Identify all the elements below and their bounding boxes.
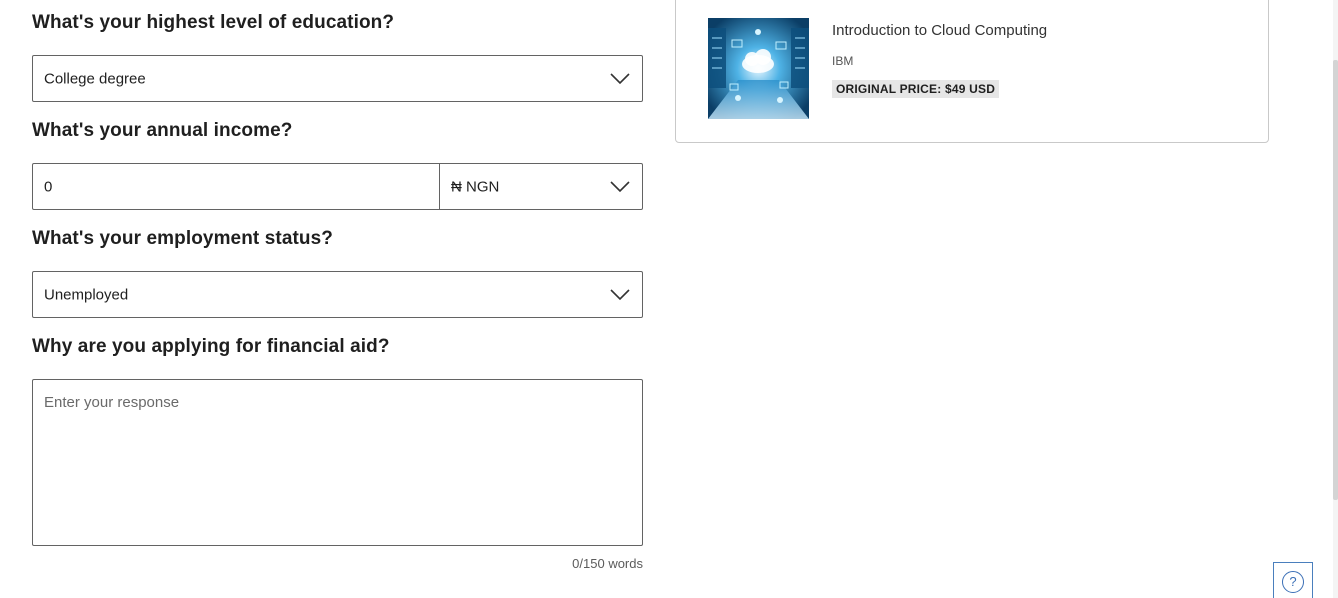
cloud-computing-image — [708, 18, 809, 119]
reason-question: Why are you applying for financial aid? — [32, 336, 390, 357]
question-mark-icon: ? — [1282, 571, 1304, 593]
course-partner: IBM — [832, 54, 854, 68]
page-scrollbar[interactable] — [1333, 0, 1338, 598]
income-input[interactable]: 0 — [32, 163, 440, 210]
employment-select[interactable]: Unemployed — [32, 271, 643, 318]
currency-select[interactable]: ₦ NGN — [439, 163, 643, 210]
chevron-down-icon — [610, 180, 630, 192]
original-price-badge: ORIGINAL PRICE: $49 USD — [832, 80, 1000, 98]
course-card: Introduction to Cloud Computing IBM ORIG… — [675, 0, 1269, 143]
reason-textarea[interactable]: Enter your response — [32, 379, 643, 546]
reason-placeholder: Enter your response — [44, 394, 180, 411]
financial-aid-page: What's your highest level of education? … — [0, 0, 1338, 598]
education-question: What's your highest level of education? — [32, 12, 395, 33]
employment-question: What's your employment status? — [32, 228, 334, 249]
word-count: 0/150 words — [572, 556, 643, 571]
course-title: Introduction to Cloud Computing — [832, 22, 1048, 39]
course-thumbnail — [708, 18, 809, 119]
education-select[interactable]: College degree — [32, 55, 643, 102]
education-selected-value: College degree — [44, 70, 146, 87]
currency-selected-value: ₦ NGN — [451, 178, 500, 195]
scrollbar-thumb[interactable] — [1333, 60, 1338, 500]
help-button[interactable]: ? — [1273, 562, 1313, 598]
chevron-down-icon — [610, 288, 630, 300]
employment-selected-value: Unemployed — [44, 286, 129, 303]
income-question: What's your annual income? — [32, 120, 293, 141]
income-value: 0 — [44, 178, 53, 195]
chevron-down-icon — [610, 72, 630, 84]
